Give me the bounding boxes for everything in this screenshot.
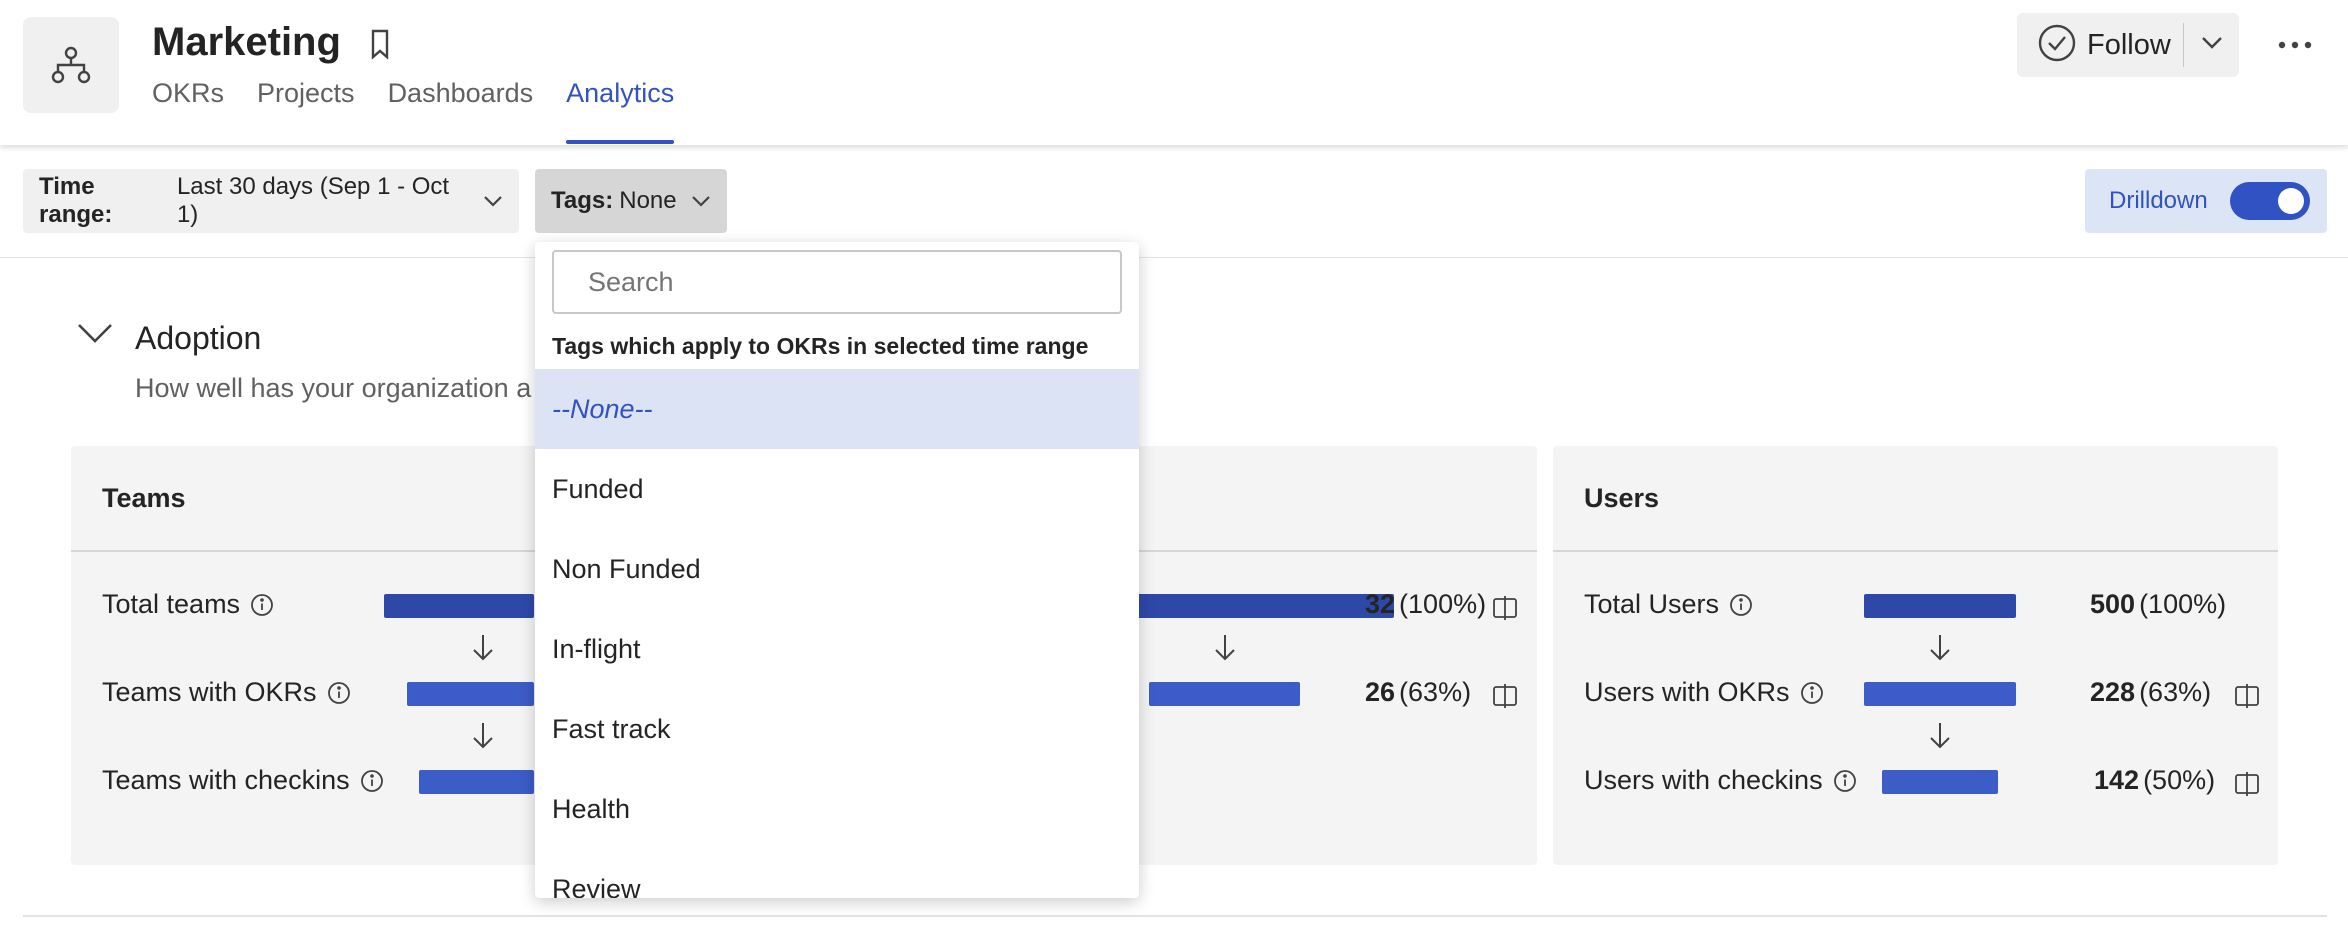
- users-card: Users Total Users 500 (100%) Users with …: [1553, 446, 2278, 865]
- tags-hint: Tags which apply to OKRs in selected tim…: [552, 333, 1089, 359]
- drilldown-toggle-group: Drilldown: [2085, 169, 2327, 233]
- funnel-bar: [1864, 594, 2016, 618]
- row-label: Users with checkins: [1584, 765, 1823, 795]
- chevron-down-icon: [483, 187, 503, 215]
- tab-analytics[interactable]: Analytics: [566, 78, 675, 144]
- metric-percent: (100%): [2139, 589, 2227, 619]
- time-range-filter[interactable]: Time range: Last 30 days (Sep 1 - Oct 1): [23, 169, 519, 233]
- compare-icon[interactable]: [2233, 770, 2261, 798]
- metric-percent: (63%): [1399, 677, 1472, 707]
- tags-value: None: [619, 187, 677, 214]
- metric-count: 26: [1365, 677, 1396, 707]
- compare-icon[interactable]: [2233, 682, 2261, 710]
- info-icon[interactable]: [1729, 593, 1753, 617]
- tags-option-list: --None-- Funded Non Funded In-flight Fas…: [535, 369, 1139, 898]
- metric-percent: (100%): [1399, 589, 1487, 619]
- total-users-row: Total Users: [1584, 589, 1753, 620]
- row-label: Teams with checkins: [102, 765, 350, 795]
- tag-option-in-flight[interactable]: In-flight: [535, 609, 1139, 689]
- info-icon[interactable]: [1833, 769, 1857, 793]
- drilldown-toggle[interactable]: [2229, 182, 2310, 220]
- tag-option-health[interactable]: Health: [535, 769, 1139, 849]
- row-label: Total teams: [102, 589, 241, 619]
- users-card-title: Users: [1553, 446, 2278, 552]
- info-icon[interactable]: [250, 593, 274, 617]
- time-range-value: Last 30 days (Sep 1 - Oct 1): [176, 173, 450, 228]
- tag-option-non-funded[interactable]: Non Funded: [535, 529, 1139, 609]
- metric-value: 32 (100%): [1365, 589, 1486, 620]
- metric-value: 142 (50%): [2094, 765, 2215, 796]
- page-header: Marketing OKRs Projects Dashboards Analy…: [0, 0, 2348, 145]
- teams-with-okrs-row: Teams with OKRs: [102, 677, 351, 708]
- bookmark-icon[interactable]: [365, 27, 395, 61]
- info-icon[interactable]: [1800, 681, 1824, 705]
- follow-label: Follow: [2087, 28, 2171, 61]
- funnel-bar: [1149, 682, 1300, 706]
- page-title: Marketing: [152, 20, 341, 64]
- metric-value: 500 (100%): [2090, 589, 2226, 620]
- section-title: Adoption: [135, 320, 262, 356]
- follow-options-button[interactable]: [2184, 13, 2239, 77]
- check-circle-icon: [2037, 23, 2077, 68]
- compare-icon[interactable]: [1491, 682, 1519, 710]
- metric-value: 228 (63%): [2090, 677, 2211, 708]
- teams-with-checkins-row: Teams with checkins: [102, 765, 384, 796]
- metric-count: 500: [2090, 589, 2136, 619]
- total-teams-row: Total teams: [102, 589, 274, 620]
- users-with-checkins-row: Users with checkins: [1584, 765, 1857, 796]
- chevron-down-icon: [2200, 35, 2224, 56]
- tag-option-funded[interactable]: Funded: [535, 449, 1139, 529]
- row-label: Teams with OKRs: [102, 677, 317, 707]
- chevron-down-icon: [691, 187, 711, 215]
- tags-key: Tags:: [551, 187, 614, 214]
- time-range-key: Time range:: [39, 173, 113, 228]
- metric-count: 32: [1365, 589, 1396, 619]
- compare-icon[interactable]: [1491, 594, 1519, 622]
- arrow-down-icon: [1928, 721, 1952, 749]
- funnel-bar: [1882, 770, 1998, 794]
- arrow-down-icon: [1928, 633, 1952, 661]
- tags-dropdown: Tags which apply to OKRs in selected tim…: [535, 242, 1139, 898]
- tags-search-input[interactable]: [552, 250, 1122, 314]
- users-with-okrs-row: Users with OKRs: [1584, 677, 1824, 708]
- row-label: Users with OKRs: [1584, 677, 1790, 707]
- more-options-icon[interactable]: [2275, 28, 2315, 62]
- tab-dashboards[interactable]: Dashboards: [388, 78, 534, 144]
- arrow-down-icon: [471, 721, 495, 749]
- funnel-bar: [1136, 594, 1394, 618]
- funnel-bar: [419, 770, 534, 794]
- metric-count: 228: [2090, 677, 2136, 707]
- metric-percent: (50%): [2143, 765, 2216, 795]
- tab-projects[interactable]: Projects: [257, 78, 355, 144]
- metric-count: 142: [2094, 765, 2140, 795]
- tag-option-review[interactable]: Review: [535, 849, 1139, 899]
- metric-value: 26 (63%): [1365, 677, 1471, 708]
- team-hierarchy-icon: [23, 17, 119, 113]
- collapse-chevron-icon[interactable]: [76, 321, 114, 355]
- metric-percent: (63%): [2139, 677, 2212, 707]
- divider: [23, 915, 2327, 917]
- arrow-down-icon: [471, 633, 495, 661]
- row-label: Total Users: [1584, 589, 1720, 619]
- section-description: How well has your organization a: [135, 373, 532, 403]
- tab-bar: OKRs Projects Dashboards Analytics: [152, 78, 707, 144]
- follow-split-button: Follow: [2017, 13, 2239, 77]
- follow-button[interactable]: Follow: [2017, 13, 2183, 77]
- funnel-bar: [384, 594, 534, 618]
- tag-option-none[interactable]: --None--: [535, 369, 1139, 449]
- tag-option-fast-track[interactable]: Fast track: [535, 689, 1139, 769]
- drilldown-label: Drilldown: [2109, 187, 2208, 214]
- tags-filter[interactable]: Tags: None: [535, 169, 727, 233]
- funnel-bar: [1864, 682, 2016, 706]
- arrow-down-icon: [1213, 633, 1237, 661]
- tab-okrs[interactable]: OKRs: [152, 78, 224, 144]
- info-icon[interactable]: [360, 769, 384, 793]
- filter-bar: Time range: Last 30 days (Sep 1 - Oct 1)…: [0, 145, 2348, 258]
- info-icon[interactable]: [327, 681, 351, 705]
- funnel-bar: [407, 682, 534, 706]
